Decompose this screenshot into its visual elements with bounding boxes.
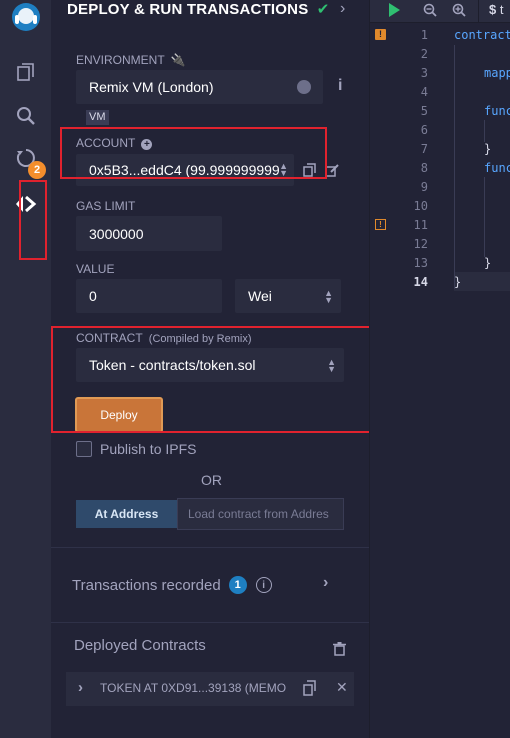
gas-limit-input[interactable]: 3000000	[76, 216, 222, 251]
zoom-out-icon[interactable]	[423, 3, 437, 22]
transactions-recorded-label: Transactions recorded	[72, 576, 221, 594]
line-number: 5	[420, 104, 428, 118]
info-circle-icon[interactable]: i	[255, 577, 272, 593]
select-arrows-icon	[297, 80, 311, 94]
trash-icon[interactable]	[333, 642, 346, 661]
code-line-13: }	[484, 256, 492, 270]
line-number: 7	[420, 142, 428, 156]
solidity-file-icon: $	[489, 2, 497, 17]
environment-label: ENVIRONMENT 🔌	[76, 53, 186, 67]
edit-icon[interactable]	[325, 163, 339, 182]
search-icon[interactable]	[0, 96, 51, 136]
compiler-warning-badge: 2	[28, 161, 46, 179]
run-play-icon[interactable]	[389, 3, 400, 17]
line-number: 9	[420, 180, 428, 194]
line-number: 4	[420, 85, 428, 99]
current-line-highlight	[454, 272, 510, 291]
remix-logo-icon[interactable]	[0, 0, 51, 34]
file-tab[interactable]: $ t	[478, 0, 510, 22]
deployed-contracts-label: Deployed Contracts	[74, 637, 206, 654]
transactions-recorded-section[interactable]: Transactions recorded 1 i	[72, 575, 272, 595]
line-number: 13	[413, 256, 428, 270]
publish-ipfs-label: Publish to IPFS	[100, 441, 197, 457]
file-tab-label: t	[499, 2, 504, 17]
publish-ipfs-checkbox[interactable]	[76, 441, 92, 457]
value-unit-select[interactable]: Wei ▲ ▼	[235, 279, 341, 313]
zoom-in-icon[interactable]	[452, 3, 466, 22]
info-icon[interactable]: i	[338, 77, 342, 95]
line-number: 2	[420, 47, 428, 61]
line-number: 12	[413, 237, 428, 251]
at-address-button[interactable]: At Address	[76, 500, 177, 528]
line-number: 6	[420, 123, 428, 137]
checkmark-icon: ✔	[316, 1, 330, 18]
value-label: VALUE	[76, 262, 115, 276]
editor-toolbar: $ t	[370, 0, 510, 23]
panel-title: DEPLOY & RUN TRANSACTIONS ✔	[67, 0, 367, 22]
code-line-14: }	[454, 275, 462, 289]
deployed-contract-item[interactable]: › TOKEN AT 0XD91...39138 (MEMO ✕	[66, 672, 354, 706]
close-icon[interactable]: ✕	[336, 679, 348, 696]
indent-guide	[484, 120, 485, 142]
line-number: 11	[413, 218, 428, 232]
highlight-contract-deploy	[51, 326, 402, 433]
icon-panel: 2	[0, 0, 52, 738]
load-contract-input[interactable]: Load contract from Addres	[177, 498, 344, 530]
panel-title-text: DEPLOY & RUN TRANSACTIONS	[67, 1, 309, 18]
line-number: 1	[420, 28, 428, 42]
indent-guide	[454, 45, 455, 289]
indent-guide	[484, 177, 485, 257]
divider	[51, 622, 369, 623]
line-number: 10	[413, 199, 428, 213]
code-line-7: }	[484, 142, 492, 156]
code-line-5: func	[484, 104, 510, 118]
value-unit-text: Wei	[248, 288, 272, 304]
chevron-right-icon[interactable]: ›	[323, 574, 328, 592]
highlight-deploy-icon	[19, 180, 47, 260]
transactions-count-badge: 1	[228, 576, 247, 594]
warning-marker-icon: !	[375, 29, 386, 40]
line-number: 8	[420, 161, 428, 175]
environment-select[interactable]: Remix VM (London)	[76, 70, 323, 104]
warning-marker-icon: !	[375, 219, 386, 230]
deployed-contract-name: TOKEN AT 0XD91...39138 (MEMO	[100, 681, 287, 695]
gas-limit-label: GAS LIMIT	[76, 199, 136, 213]
code-line-3: mapp	[484, 66, 510, 80]
select-arrows-icon: ▲ ▼	[324, 288, 333, 305]
highlight-account	[60, 127, 327, 179]
code-line-8: func	[484, 161, 510, 175]
expand-chevron-icon[interactable]: ›	[78, 679, 83, 696]
line-number: 3	[420, 66, 428, 80]
divider	[51, 547, 369, 548]
vm-tag: VM	[86, 110, 109, 125]
value-input[interactable]: 0	[76, 279, 222, 313]
environment-value: Remix VM (London)	[89, 79, 214, 95]
file-explorer-icon[interactable]	[0, 52, 51, 92]
code-line-1: contract	[454, 28, 510, 42]
code-editor: $ t ! ! 1 2 3 4 5 6 7 8 9 10 11 12 13 14 contract map…	[369, 0, 510, 738]
chevron-right-icon[interactable]: ›	[340, 0, 345, 18]
plug-icon: 🔌	[170, 53, 186, 67]
copy-address-icon[interactable]	[303, 680, 317, 701]
or-label: OR	[201, 472, 222, 488]
line-number: 14	[413, 275, 428, 289]
deploy-run-panel: DEPLOY & RUN TRANSACTIONS ✔ › ENVIRONMEN…	[51, 0, 402, 738]
